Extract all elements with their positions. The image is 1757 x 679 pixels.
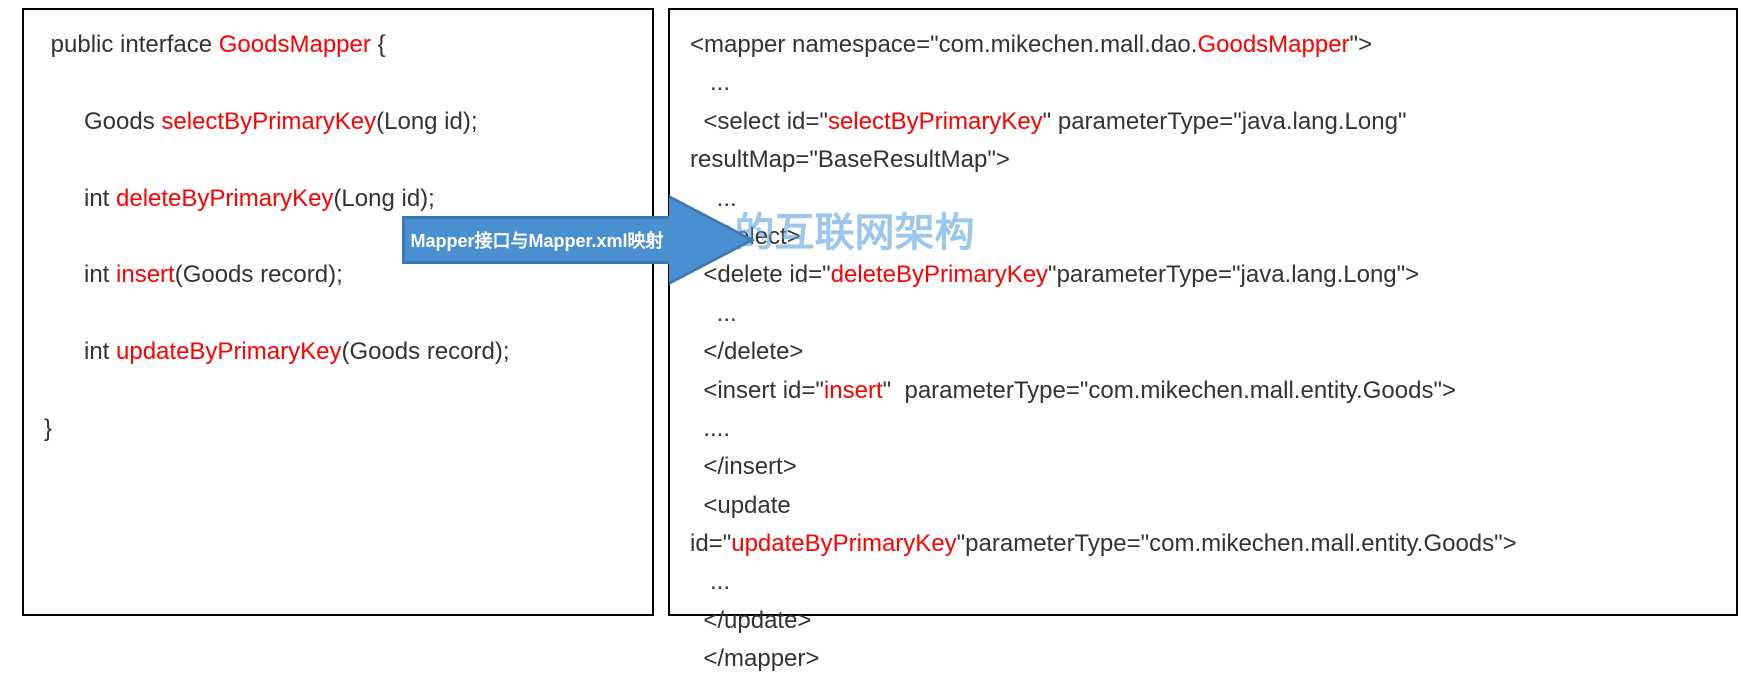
class-name: GoodsMapper: [219, 31, 371, 58]
code-line: id="updateByPrimaryKey"parameterType="co…: [690, 525, 1716, 563]
code-line: Goods selectByPrimaryKey(Long id);: [44, 103, 632, 141]
method-name: selectByPrimaryKey: [161, 108, 376, 135]
method-name: insert: [824, 377, 883, 404]
code-line: ...: [690, 64, 1716, 102]
code-line: ...: [690, 295, 1716, 333]
code-line: }: [44, 410, 632, 448]
method-name: updateByPrimaryKey: [731, 530, 956, 557]
code-line: </insert>: [690, 448, 1716, 486]
code-line: <delete id="deleteByPrimaryKey"parameter…: [690, 256, 1716, 294]
code-line: <mapper namespace="com.mikechen.mall.dao…: [690, 26, 1716, 64]
method-name: deleteByPrimaryKey: [831, 261, 1048, 288]
java-interface-box: public interface GoodsMapper { Goods sel…: [22, 8, 654, 616]
mapping-arrow: Mapper接口与Mapper.xml映射: [402, 198, 752, 282]
class-name: GoodsMapper: [1197, 31, 1349, 58]
method-name: selectByPrimaryKey: [828, 108, 1043, 135]
code-line: public interface GoodsMapper {: [44, 26, 632, 64]
code-line: </mapper>: [690, 640, 1716, 678]
code-line: ....: [690, 410, 1716, 448]
arrow-head-icon: [669, 198, 749, 282]
code-line: int updateByPrimaryKey(Goods record);: [44, 333, 632, 371]
method-name: updateByPrimaryKey: [116, 338, 341, 365]
code-line: </select>: [690, 218, 1716, 256]
code-line: resultMap="BaseResultMap">: [690, 141, 1716, 179]
code-line: <update: [690, 487, 1716, 525]
method-name: insert: [116, 261, 175, 288]
code-line: ...: [690, 180, 1716, 218]
arrow-label: Mapper接口与Mapper.xml映射: [402, 216, 672, 264]
method-name: deleteByPrimaryKey: [116, 185, 333, 212]
code-line: ...: [690, 563, 1716, 601]
code-line: </delete>: [690, 333, 1716, 371]
code-line: <insert id="insert" parameterType="com.m…: [690, 372, 1716, 410]
code-line: </update>: [690, 602, 1716, 640]
code-line: <select id="selectByPrimaryKey" paramete…: [690, 103, 1716, 141]
xml-mapper-box: <mapper namespace="com.mikechen.mall.dao…: [668, 8, 1738, 616]
